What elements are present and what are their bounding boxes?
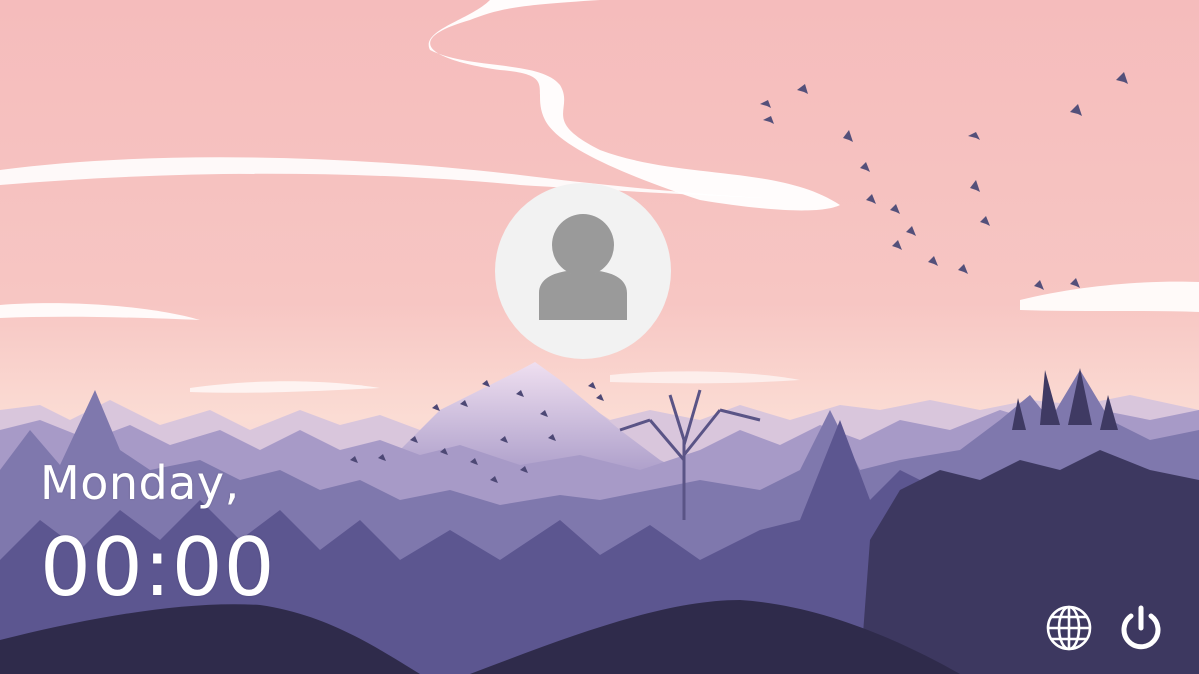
day-label: Monday, [40,456,240,510]
power-icon [1121,605,1161,650]
system-tray [1041,600,1169,656]
user-avatar[interactable] [495,183,671,359]
lock-screen: Monday, 00:00 [0,0,1199,674]
language-button[interactable] [1041,600,1097,656]
lock-clock: Monday, 00:00 [40,452,276,616]
power-button[interactable] [1113,600,1169,656]
globe-icon [1046,605,1092,651]
time-label: 00:00 [40,521,276,614]
user-icon [539,214,627,320]
